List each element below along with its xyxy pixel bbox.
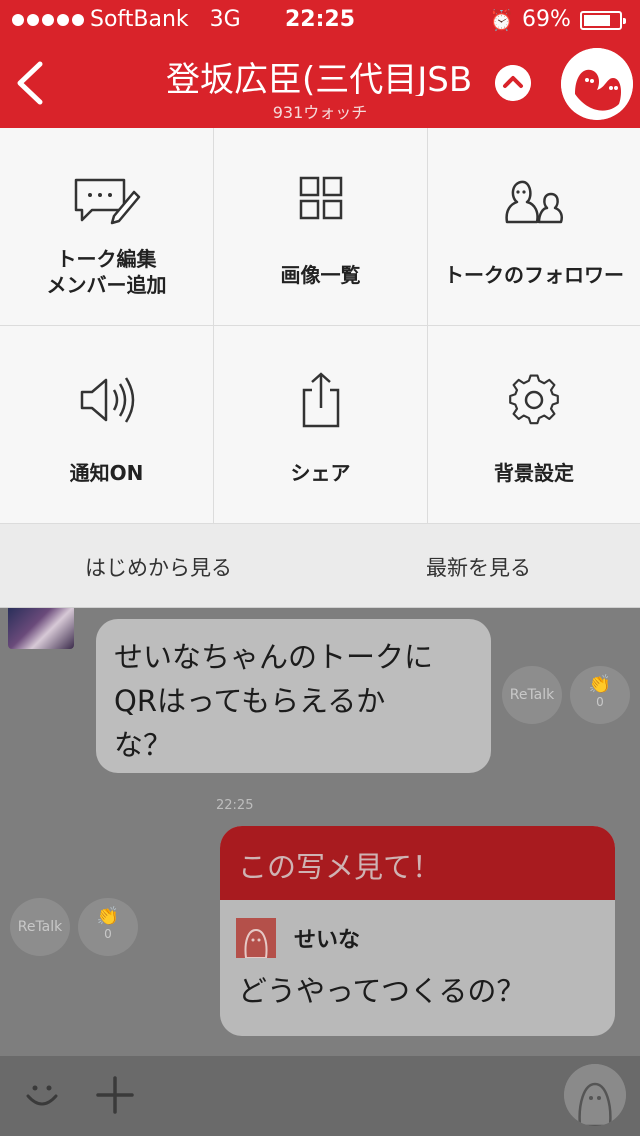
sender-avatar[interactable]: [8, 608, 74, 649]
outgoing-message[interactable]: この写メ見て！ せいな どうやってつくるの？: [220, 826, 615, 1036]
jump-to-latest-button[interactable]: 最新を見る: [426, 552, 531, 582]
quoted-text: どうやってつくるの？: [238, 974, 526, 1008]
header-bar: SoftBank 3G 22:25 ⏰ 69% 登坂広臣(三代目JSB 931ウ…: [0, 0, 640, 128]
status-bar: SoftBank 3G 22:25 ⏰ 69%: [0, 0, 640, 40]
menu-share[interactable]: シェア: [214, 326, 428, 524]
clap-button[interactable]: 👏 0: [78, 898, 138, 956]
menu-label: 画像一覧: [280, 263, 361, 287]
clap-icon: 👏: [588, 674, 612, 695]
clap-count: 0: [596, 695, 604, 709]
chat-area: せいなちゃんのトークに QRはってもらえるか な？ ReTalk 👏 0 22:…: [0, 608, 640, 1056]
gear-icon: [509, 374, 559, 425]
menu-label: 背景設定: [494, 461, 574, 485]
menu-background[interactable]: 背景設定: [428, 326, 640, 524]
jump-to-start-button[interactable]: はじめから見る: [85, 552, 232, 582]
menu-label: トークのフォロワー: [444, 263, 624, 287]
my-avatar[interactable]: [564, 1064, 626, 1126]
smile-icon[interactable]: [22, 1074, 62, 1114]
clap-button[interactable]: 👏 0: [570, 666, 630, 724]
chat-edit-icon: [74, 178, 140, 225]
grid-icon: [299, 176, 342, 220]
message-header: この写メ見て！: [220, 826, 615, 900]
clap-icon: 👏: [96, 906, 120, 927]
alarm-icon: ⏰: [489, 8, 514, 32]
menu-image-list[interactable]: 画像一覧: [214, 128, 428, 326]
retalk-button[interactable]: ReTalk: [502, 666, 562, 724]
retalk-button[interactable]: ReTalk: [10, 898, 70, 956]
battery-icon: [580, 11, 626, 30]
share-icon: [302, 372, 339, 428]
menu-label: シェア: [290, 461, 351, 485]
people-icon: [505, 180, 563, 224]
chevron-up-icon[interactable]: [495, 65, 531, 101]
page-title: 登坂広臣(三代目JSB: [166, 60, 473, 96]
menu-talk-edit[interactable]: トーク編集 メンバー追加: [0, 128, 214, 326]
jump-bar: はじめから見る 最新を見る: [0, 524, 640, 608]
menu-label: トーク編集 メンバー追加: [46, 247, 167, 297]
speaker-icon: [80, 377, 134, 423]
talk-avatar[interactable]: [561, 48, 633, 120]
menu-notification[interactable]: 通知ON: [0, 326, 214, 524]
clap-count: 0: [104, 927, 112, 941]
talk-menu: トーク編集 メンバー追加 画像一覧 トークのフォロワー 通知ON シェア 背景設…: [0, 128, 640, 524]
incoming-message[interactable]: せいなちゃんのトークに QRはってもらえるか な？: [96, 619, 491, 773]
menu-talk-followers[interactable]: トークのフォロワー: [428, 128, 640, 326]
battery-percent: 69%: [522, 7, 571, 32]
menu-label: 通知ON: [69, 461, 144, 485]
message-timestamp: 22:25: [216, 798, 254, 813]
quoted-user-name: せいな: [294, 928, 361, 953]
quoted-user-avatar: [236, 918, 276, 958]
plus-icon[interactable]: [96, 1076, 134, 1114]
watch-count: 931ウォッチ: [272, 103, 368, 122]
input-bar: [0, 1056, 640, 1136]
